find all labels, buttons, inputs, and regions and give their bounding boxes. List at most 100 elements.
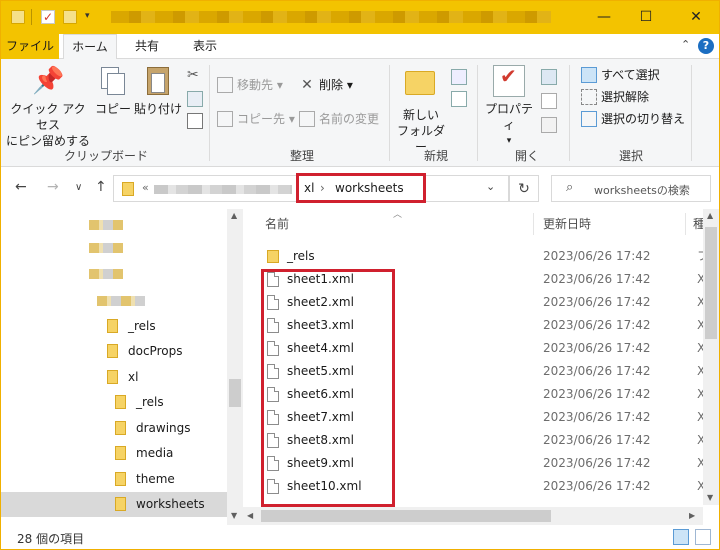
help-icon[interactable]: ? — [698, 38, 714, 54]
tab-home[interactable]: ホーム — [63, 34, 117, 60]
scroll-down-icon[interactable]: ▼ — [707, 493, 713, 502]
folder-icon — [11, 10, 25, 24]
nav-pane-scrollbar[interactable]: ▲ ▼ — [227, 209, 243, 525]
status-bar: 28 個の項目 — [1, 525, 719, 549]
copy-button[interactable]: コピー — [95, 65, 131, 117]
back-arrow-icon[interactable]: ← — [15, 179, 27, 195]
file-date: 2023/06/26 17:42 — [543, 410, 651, 424]
cut-icon[interactable]: ✂ — [187, 67, 203, 83]
tree-item-drawings[interactable]: drawings — [115, 416, 191, 441]
copy-path-icon[interactable] — [187, 91, 203, 107]
properties-icon — [493, 65, 525, 97]
quick-access-dropdown-icon[interactable]: ▾ — [85, 11, 90, 21]
paste-label: 貼り付け — [133, 102, 182, 116]
invert-selection-button[interactable]: 選択の切り替え — [581, 109, 685, 129]
select-all-label: すべて選択 — [601, 68, 660, 82]
column-separator[interactable] — [685, 213, 686, 235]
tree-item-xl-rels[interactable]: _rels — [115, 390, 164, 415]
search-placeholder: worksheetsの検索 — [594, 184, 690, 197]
select-group-label: 選択 — [618, 149, 643, 163]
search-input[interactable]: ⌕ worksheetsの検索 — [551, 175, 711, 202]
new-folder-quick-icon[interactable] — [63, 10, 77, 24]
easy-access-icon[interactable] — [451, 91, 467, 107]
tab-share[interactable]: 共有 — [119, 34, 175, 59]
nav-scroll-thumb[interactable] — [229, 379, 241, 407]
folder-icon — [115, 394, 126, 409]
recent-locations-icon[interactable]: ∨ — [75, 182, 82, 193]
delete-icon: ✕ — [301, 76, 313, 93]
details-view-icon[interactable] — [673, 529, 689, 545]
address-overflow-chevron[interactable]: « — [142, 181, 149, 194]
properties-quick-icon[interactable]: ✓ — [41, 10, 55, 24]
file-date: 2023/06/26 17:42 — [543, 318, 651, 332]
large-icons-view-icon[interactable] — [695, 529, 711, 545]
tree-item-redacted[interactable] — [97, 288, 145, 313]
folder-icon — [267, 250, 279, 263]
breadcrumb-highlight-box — [296, 173, 426, 203]
paste-shortcut-icon[interactable] — [187, 113, 203, 129]
file-list-horizontal-scrollbar[interactable]: ◀ ▶ — [243, 507, 703, 525]
copy-to-icon — [217, 110, 233, 127]
properties-button[interactable]: プロパティ ▾ — [481, 65, 537, 149]
file-date: 2023/06/26 17:42 — [543, 456, 651, 470]
folder-icon — [107, 343, 118, 358]
move-to-button[interactable]: 移動先 ▾ — [217, 75, 283, 95]
address-dropdown-icon[interactable]: ⌄ — [486, 180, 495, 193]
tree-item-docprops[interactable]: docProps — [107, 339, 182, 364]
select-all-button[interactable]: すべて選択 — [581, 65, 660, 85]
sort-ascending-icon: ︿ — [393, 210, 403, 220]
file-date: 2023/06/26 17:42 — [543, 479, 651, 493]
ribbon-collapse-icon[interactable]: ⌃ — [681, 38, 690, 51]
new-folder-label-line1: 新しい — [402, 108, 439, 122]
pin-label-line1: クイック アクセス — [10, 102, 86, 132]
column-separator[interactable] — [533, 213, 534, 235]
new-folder-icon — [405, 71, 437, 103]
copy-to-button[interactable]: コピー先 ▾ — [217, 109, 295, 129]
tab-file[interactable]: ファイル — [1, 34, 59, 59]
history-icon[interactable] — [541, 117, 557, 133]
rename-label: 名前の変更 — [319, 112, 380, 126]
scroll-up-icon[interactable]: ▲ — [231, 211, 237, 220]
tree-item-label: worksheets — [136, 497, 205, 511]
tree-item-xl[interactable]: xl — [107, 365, 138, 390]
scroll-left-icon[interactable]: ◀ — [247, 511, 253, 520]
tree-item-redacted[interactable] — [89, 212, 123, 237]
invert-selection-label: 選択の切り替え — [601, 112, 686, 126]
column-header-modified[interactable]: 更新日時 — [543, 209, 591, 239]
tree-item-label: docProps — [128, 344, 183, 358]
folder-icon — [115, 496, 126, 511]
pin-to-quick-access-button[interactable]: 📌 クイック アクセス にピン留めする — [5, 65, 91, 149]
open-icon[interactable] — [541, 69, 557, 85]
select-none-icon — [581, 88, 597, 105]
copy-label: コピー — [95, 102, 132, 116]
horizontal-scroll-thumb[interactable] — [261, 510, 551, 522]
forward-arrow-icon[interactable]: → — [47, 179, 59, 195]
minimize-button[interactable]: — — [581, 1, 627, 34]
folder-icon — [122, 182, 134, 196]
tab-view[interactable]: 表示 — [177, 34, 233, 59]
select-none-button[interactable]: 選択解除 — [581, 87, 649, 107]
new-item-icon[interactable] — [451, 69, 467, 85]
delete-button[interactable]: ✕ 削除 ▾ — [299, 75, 353, 95]
edit-icon[interactable] — [541, 93, 557, 109]
scroll-right-icon[interactable]: ▶ — [689, 511, 695, 520]
file-list-vertical-scrollbar[interactable]: ▲ ▼ — [703, 209, 719, 505]
maximize-button[interactable]: ☐ — [623, 1, 669, 34]
column-header-name[interactable]: 名前 — [265, 209, 289, 239]
rename-button[interactable]: 名前の変更 — [299, 109, 379, 129]
tree-item-theme[interactable]: theme — [115, 467, 175, 492]
tree-item-rels[interactable]: _rels — [107, 314, 156, 339]
new-folder-button[interactable]: 新しい フォルダー — [393, 65, 449, 155]
tree-item-redacted[interactable] — [89, 235, 123, 260]
tree-item-worksheets[interactable]: worksheets — [1, 492, 227, 517]
scroll-up-icon[interactable]: ▲ — [707, 211, 713, 220]
refresh-button[interactable]: ↻ — [509, 175, 539, 202]
tree-item-redacted[interactable] — [89, 261, 123, 286]
vertical-scroll-thumb[interactable] — [705, 227, 717, 339]
scroll-down-icon[interactable]: ▼ — [231, 511, 237, 520]
tree-item-media[interactable]: media — [115, 441, 173, 466]
up-arrow-icon[interactable]: ↑ — [95, 179, 107, 195]
close-button[interactable]: ✕ — [673, 1, 719, 34]
folder-icon — [115, 420, 126, 435]
paste-button[interactable]: 貼り付け — [133, 65, 183, 117]
